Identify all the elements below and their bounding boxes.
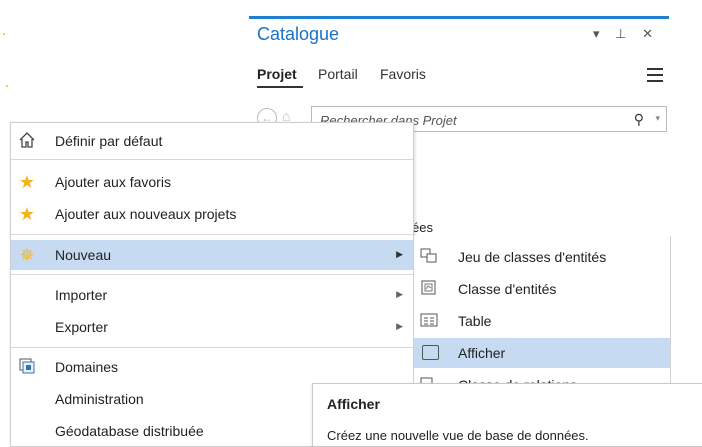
submenu-arrow-icon: ▶ [396,289,403,299]
menu-item-label: Importer [55,287,108,303]
menu-item-domaines[interactable]: Domaines [11,352,413,382]
star-icon: ★ [18,172,36,192]
menu-separator [11,159,413,160]
menu-item-definir-par-defaut[interactable]: Définir par défaut [11,126,413,156]
home-icon [17,131,37,151]
tab-favoris[interactable]: Favoris [380,66,426,82]
chevron-down-icon[interactable]: ▾ [655,113,660,124]
hamburger-menu-icon[interactable] [647,68,663,86]
background-speck [3,33,5,35]
feature-dataset-icon [420,248,438,264]
background-speck [6,85,8,87]
submenu-arrow-icon: ▶ [396,249,403,259]
menu-item-label: Nouveau [55,247,112,263]
submenu-item-classe-entites[interactable]: Classe d'entités [414,274,670,304]
pane-title: Catalogue [257,24,340,44]
menu-item-label: Ajouter aux nouveaux projets [55,206,237,222]
tooltip-description: Créez une nouvelle vue de base de donnée… [327,428,589,443]
submenu-arrow-icon: ▶ [396,321,403,331]
menu-separator [11,347,413,348]
sun-icon: ✵ [19,245,35,265]
submenu-item-label: Afficher [458,345,506,361]
submenu-item-label: Classe d'entités [458,281,557,297]
tooltip-title: Afficher [327,396,380,412]
submenu-item-label: Jeu de classes d'entités [458,249,607,265]
submenu-item-table[interactable]: Table [414,306,670,336]
submenu-item-jeu-de-classes[interactable]: Jeu de classes d'entités [414,242,670,272]
menu-item-ajouter-aux-favoris[interactable]: ★ Ajouter aux favoris [11,167,413,197]
menu-item-label: Géodatabase distribuée [55,423,204,439]
menu-item-label: Définir par défaut [55,133,163,149]
menu-item-label: Exporter [55,319,108,335]
domains-icon [17,357,37,377]
background-text-fragment: ées [412,220,433,235]
menu-item-ajouter-aux-nouveaux-projets[interactable]: ★ Ajouter aux nouveaux projets [11,199,413,229]
tab-portail[interactable]: Portail [318,66,358,82]
active-tab-underline [257,86,303,88]
menu-item-label: Administration [55,391,144,407]
menu-item-label: Ajouter aux favoris [55,174,171,190]
menu-item-exporter[interactable]: Exporter ▶ [11,312,413,342]
view-icon [422,345,439,360]
tab-projet[interactable]: Projet [257,66,297,82]
submenu-item-afficher[interactable]: Afficher [414,338,670,368]
menu-item-importer[interactable]: Importer ▶ [11,280,413,310]
table-icon [420,312,438,328]
pane-accent-bar [249,16,669,19]
menu-separator [11,274,413,275]
search-icon[interactable]: ⚲ [634,111,644,128]
tooltip: Afficher Créez une nouvelle vue de base … [312,383,702,447]
menu-item-label: Domaines [55,359,119,375]
menu-item-nouveau[interactable]: ✵ Nouveau ▶ [11,240,413,270]
submenu-item-label: Table [458,313,492,329]
star-icon: ★ [18,204,36,224]
feature-class-icon [420,280,438,296]
pane-window-controls[interactable]: ▾ ⊥ ✕ [593,26,659,42]
menu-separator [11,234,413,235]
